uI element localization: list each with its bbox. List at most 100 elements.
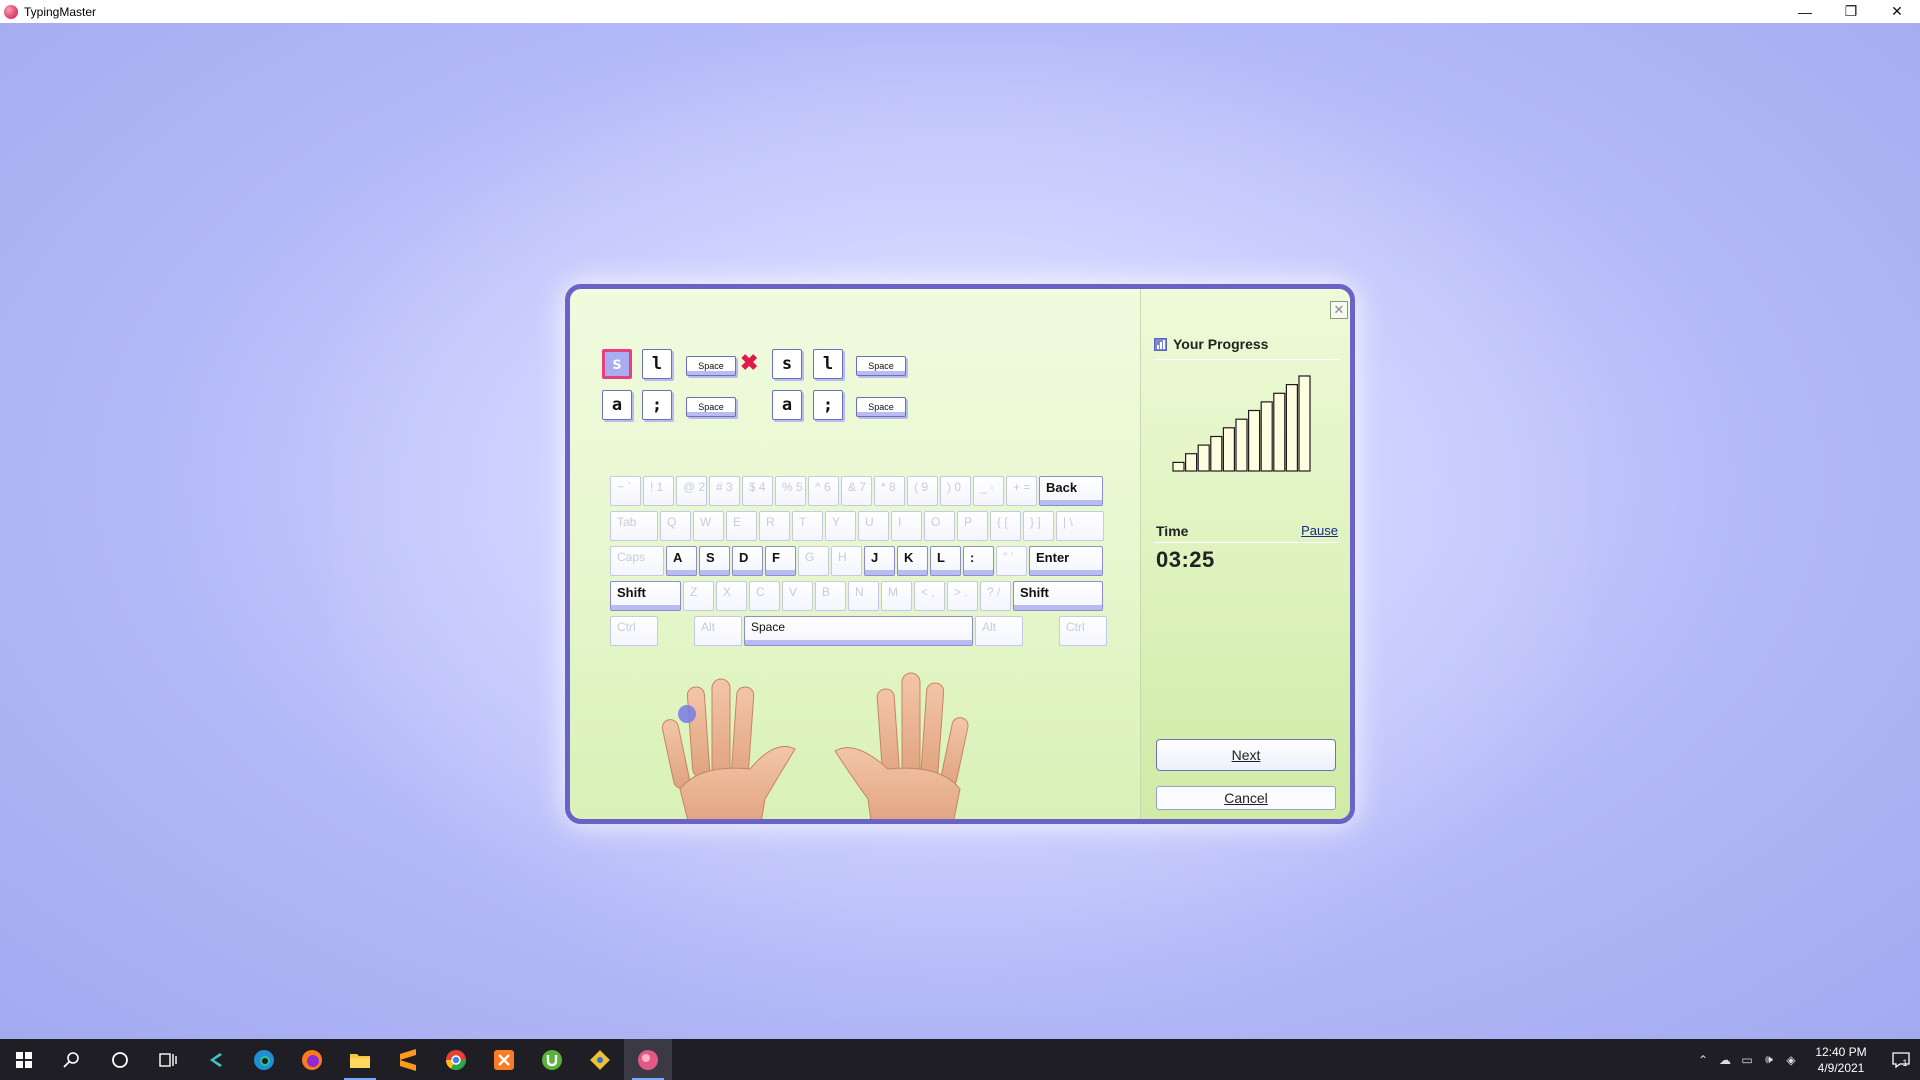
exercise-key-space: Space	[686, 356, 736, 376]
cortana-icon[interactable]	[96, 1039, 144, 1080]
key-tab: Tab	[610, 511, 658, 541]
key-: " '	[996, 546, 1027, 576]
progress-bar	[1197, 444, 1210, 472]
key-x: X	[716, 581, 747, 611]
key-t: T	[792, 511, 823, 541]
key-k: K	[897, 546, 928, 576]
minimize-button[interactable]: —	[1782, 0, 1828, 23]
key-: ~ `	[610, 476, 641, 506]
key-back: Back	[1039, 476, 1103, 506]
next-button[interactable]: Next	[1156, 739, 1336, 771]
error-mark-icon: ✖	[740, 350, 759, 375]
notification-icon[interactable]: 1	[1880, 1039, 1920, 1080]
key-j: J	[864, 546, 895, 576]
key-r: R	[759, 511, 790, 541]
utorrent-icon[interactable]	[528, 1039, 576, 1080]
key-enter: Enter	[1029, 546, 1103, 576]
exercise-key-char: l	[642, 349, 672, 379]
chrome-icon[interactable]	[432, 1039, 480, 1080]
typingmaster-logo-icon	[4, 4, 18, 19]
key-caps: Caps	[610, 546, 664, 576]
exercise-key-char: ;	[642, 390, 672, 420]
file-explorer-icon[interactable]	[336, 1039, 384, 1080]
xampp-icon[interactable]	[480, 1039, 528, 1080]
exercise-key-char: s	[772, 349, 802, 379]
elapsed-time: 03:25	[1156, 547, 1215, 572]
progress-panel: ✕ Your Progress Time Pause 03:25 Next Ca…	[1140, 289, 1350, 819]
key-u: U	[858, 511, 889, 541]
notification-count: 1	[1902, 1057, 1908, 1068]
exercise-key-char: a	[772, 390, 802, 420]
exercise-key-char: ;	[813, 390, 843, 420]
sublime-icon[interactable]	[384, 1039, 432, 1080]
key-q: Q	[660, 511, 691, 541]
divider	[1154, 359, 1339, 360]
title-bar: TypingMaster — ❐ ✕	[0, 0, 1920, 23]
firefox-icon[interactable]	[288, 1039, 336, 1080]
key-3: # 3	[709, 476, 740, 506]
exercise-key-char: s	[602, 349, 632, 379]
key-b: B	[815, 581, 846, 611]
key-space: Space	[744, 616, 973, 646]
progress-bar	[1247, 409, 1261, 472]
exercise-key-char: l	[813, 349, 843, 379]
exercise-dialog: s l Space s l Space a; Space a; Space ✖ ~ `! 1 @ 2 #…	[565, 284, 1355, 824]
key-e: E	[726, 511, 757, 541]
key-: _ -	[973, 476, 1004, 506]
key-ctrl: Ctrl	[1059, 616, 1107, 646]
chevron-up-icon[interactable]: ⌃	[1692, 1039, 1714, 1080]
key-0: ) 0	[940, 476, 971, 506]
key-p: P	[957, 511, 988, 541]
window-controls: — ❐ ✕	[1782, 0, 1920, 23]
key-: < ,	[914, 581, 945, 611]
progress-title: Your Progress	[1173, 336, 1269, 352]
close-icon[interactable]: ✕	[1330, 301, 1348, 319]
hands-illustration	[661, 672, 969, 819]
search-icon[interactable]	[48, 1039, 96, 1080]
close-window-button[interactable]: ✕	[1874, 0, 1920, 23]
progress-bar	[1235, 418, 1248, 472]
git-icon[interactable]	[576, 1039, 624, 1080]
key-z: Z	[683, 581, 714, 611]
key-s: S	[699, 546, 730, 576]
key-ctrl: Ctrl	[610, 616, 658, 646]
exercise-key-space: Space	[856, 356, 906, 376]
key-c: C	[749, 581, 780, 611]
typingmaster-taskbar-icon[interactable]	[624, 1039, 672, 1080]
start-icon[interactable]	[0, 1039, 48, 1080]
pause-link[interactable]: Pause	[1301, 523, 1338, 538]
clock[interactable]: 12:40 PM 4/9/2021	[1802, 1044, 1880, 1076]
progress-header: Your Progress	[1154, 336, 1268, 352]
clock-date: 4/9/2021	[1817, 1060, 1865, 1075]
key-a: A	[666, 546, 697, 576]
network-icon[interactable]: ▭	[1736, 1039, 1758, 1080]
onedrive-icon[interactable]: ☁	[1714, 1039, 1736, 1080]
key-f: F	[765, 546, 796, 576]
key-9: ( 9	[907, 476, 938, 506]
app-background: s l Space s l Space a; Space a; Space ✖ ~ `! 1 @ 2 #…	[0, 23, 1920, 1039]
key-1: ! 1	[643, 476, 674, 506]
key-4: $ 4	[742, 476, 773, 506]
task-view-icon[interactable]	[144, 1039, 192, 1080]
dropbox-icon[interactable]: ◈	[1780, 1039, 1802, 1080]
system-tray: ⌃ ☁ ▭ 🕪 ◈ 12:40 PM 4/9/2021 1	[1692, 1039, 1920, 1080]
cancel-button[interactable]: Cancel	[1156, 786, 1336, 810]
key-d: D	[732, 546, 763, 576]
progress-bar	[1298, 375, 1311, 472]
key-8: * 8	[874, 476, 905, 506]
key-h: H	[831, 546, 862, 576]
progress-bar	[1222, 427, 1236, 472]
key-w: W	[693, 511, 724, 541]
restore-button[interactable]: ❐	[1828, 0, 1874, 23]
key-6: ^ 6	[808, 476, 839, 506]
key-: ? /	[980, 581, 1011, 611]
progress-bar	[1273, 392, 1286, 472]
taskbar: ⌃ ☁ ▭ 🕪 ◈ 12:40 PM 4/9/2021 1	[0, 1039, 1920, 1080]
edge-icon[interactable]	[240, 1039, 288, 1080]
exercise-key-char: a	[602, 390, 632, 420]
key-7: & 7	[841, 476, 872, 506]
volume-icon[interactable]: 🕪	[1758, 1039, 1780, 1080]
vscode-icon[interactable]	[192, 1039, 240, 1080]
progress-bar	[1210, 435, 1223, 472]
progress-bar	[1285, 384, 1299, 472]
